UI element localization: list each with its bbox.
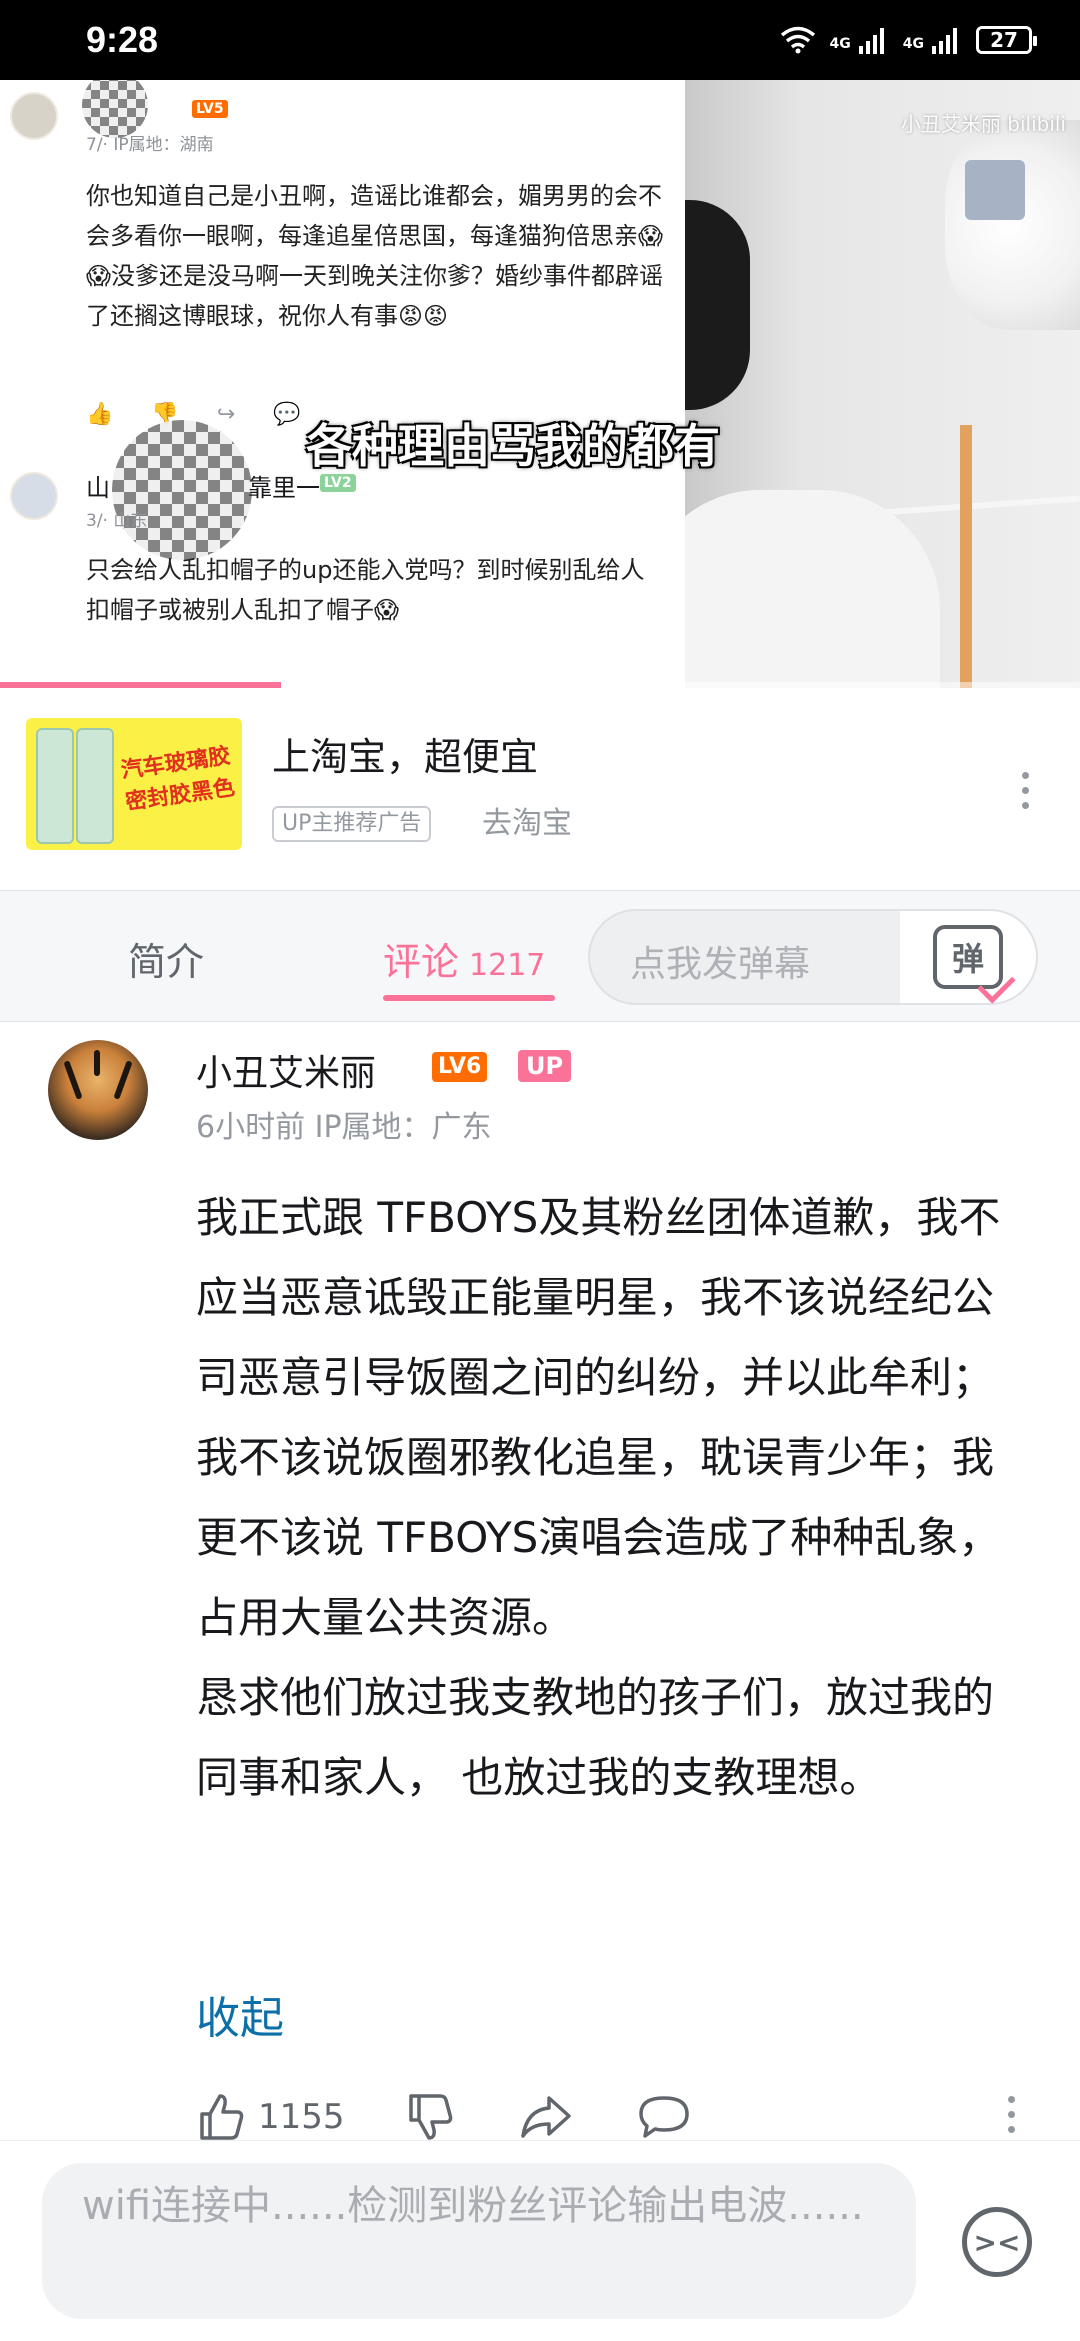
embedded-like-icon: 👍 [86,402,114,427]
reply-input[interactable]: wifi连接中......检测到粉丝评论输出电波...... [42,2163,916,2319]
reply-icon[interactable] [637,2092,691,2142]
ad-product-image [36,728,74,844]
ad-banner[interactable]: 汽车玻璃胶密封胶黑色 上淘宝，超便宜 UP主推荐广告 去淘宝 [0,690,1080,890]
ad-link[interactable]: 去淘宝 [482,806,572,842]
embedded-comment-text-2: 只会给人乱扣帽子的up还能入党吗？到时候别乱给人扣帽子或被别人乱扣了帽子😱 [86,556,645,624]
embedded-comment-screenshot: LV5 7/· IP属地：湖南 你也知道自己是小丑啊，造谣比谁都会，媚男男的会不… [0,80,685,688]
reply-bar: wifi连接中......检测到粉丝评论输出电波...... >< [0,2140,1080,2341]
video-water-heater [945,120,1080,330]
video-water-heater-panel [965,160,1025,220]
status-bar: 9:28 4G 4G 27 [0,0,1080,80]
comment-author[interactable]: 小丑艾米丽 [196,1044,376,1096]
embedded-name-mosaic-2 [112,420,252,560]
status-time: 9:28 [86,19,159,60]
ad-title[interactable]: 上淘宝，超便宜 [272,726,538,781]
danmaku-input-placeholder: 点我发弹幕 [630,944,811,985]
up-badge: UP [518,1050,572,1082]
embedded-avatar-2 [10,472,58,520]
embedded-comment-text-1: 你也知道自己是小丑啊，造谣比谁都会，媚男男的会不会多看你一眼啊，每逢追星倍思国，… [86,182,664,330]
wifi-icon [780,26,815,54]
embedded-avatar-1 [10,92,58,140]
status-icons: 4G 4G 27 [780,26,1037,54]
emoji-icon[interactable]: >< [962,2207,1032,2277]
embedded-level-2: LV2 [320,474,356,492]
tab-active-indicator [383,995,555,1001]
tab-comments[interactable]: 评论 1217 [383,931,545,986]
video-progress-bar[interactable] [0,682,1080,688]
tab-comments-label: 评论 [383,940,460,984]
video-pole [960,425,972,688]
like-count: 1155 [258,2097,345,2137]
ad-thumbnail[interactable]: 汽车玻璃胶密封胶黑色 [26,718,242,850]
signal-icon [858,28,884,54]
embedded-reply-icon: 💬 [273,402,301,427]
pinned-comment: 小丑艾米丽 LV6 UP 6小时前 IP属地：广东 我正式跟 TFBOYS及其粉… [0,1020,1080,2140]
level-badge: LV6 [432,1052,488,1082]
embedded-level-1: LV5 [192,100,228,118]
ad-product-image-2 [76,728,114,844]
tab-comments-count: 1217 [469,948,546,983]
share-icon[interactable] [519,2092,573,2142]
tab-intro[interactable]: 简介 [128,931,204,986]
danmaku-text: 各种理由骂我的都有 [306,419,720,473]
embedded-share-icon: ↪ [216,402,236,427]
video-watermark: 小丑艾米丽 bilibili [900,112,1066,136]
danmaku-icon: 弹 [933,925,1016,1004]
embedded-name-2-prefix: 山 [86,474,110,502]
video-progress-fill [0,682,281,688]
network-type-label: 4G [829,36,851,52]
comment-meta: 6小时前 IP属地：广东 [196,1110,492,1145]
embedded-meta-1: 7/· IP属地：湖南 [86,135,214,155]
tab-bar: 简介 评论 1217 点我发弹幕 弹 [0,890,1080,1022]
ad-more-icon[interactable] [1022,772,1029,809]
dislike-icon[interactable] [405,2092,455,2142]
network-type-label-2: 4G [902,36,924,52]
signal-icon-2 [932,28,957,54]
video-person-hair [680,200,750,410]
battery-icon: 27 [976,26,1037,54]
danmaku-icon-char: 弹 [951,940,984,978]
ad-thumbnail-text: 汽车玻璃胶密封胶黑色 [119,743,237,816]
battery-level: 27 [990,28,1018,52]
danmaku-toggle-button[interactable]: 弹 [900,911,1036,1004]
danmaku-input[interactable]: 点我发弹幕 弹 [588,909,1038,1005]
comment-actions: 1155 [196,2092,755,2142]
reply-input-placeholder: wifi连接中......检测到粉丝评论输出电波...... [82,2183,864,2229]
avatar[interactable] [48,1040,148,1140]
video-player[interactable]: 小丑艾米丽 bilibili LV5 7/· IP属地：湖南 你也知道自己是小丑… [0,80,1080,688]
embedded-meta-2: 3/· 山东 [86,511,148,531]
comment-text[interactable]: 我正式跟 TFBOYS及其粉丝团体道歉，我不应当恶意诋毁正能量明星，我不该说经纪… [196,1178,1026,1818]
ad-badge: UP主推荐广告 [272,806,432,842]
comment-more-icon[interactable] [1008,2096,1015,2133]
video-person-shoulder [640,490,940,688]
collapse-link[interactable]: 收起 [196,1982,284,2046]
like-icon[interactable] [196,2092,246,2142]
